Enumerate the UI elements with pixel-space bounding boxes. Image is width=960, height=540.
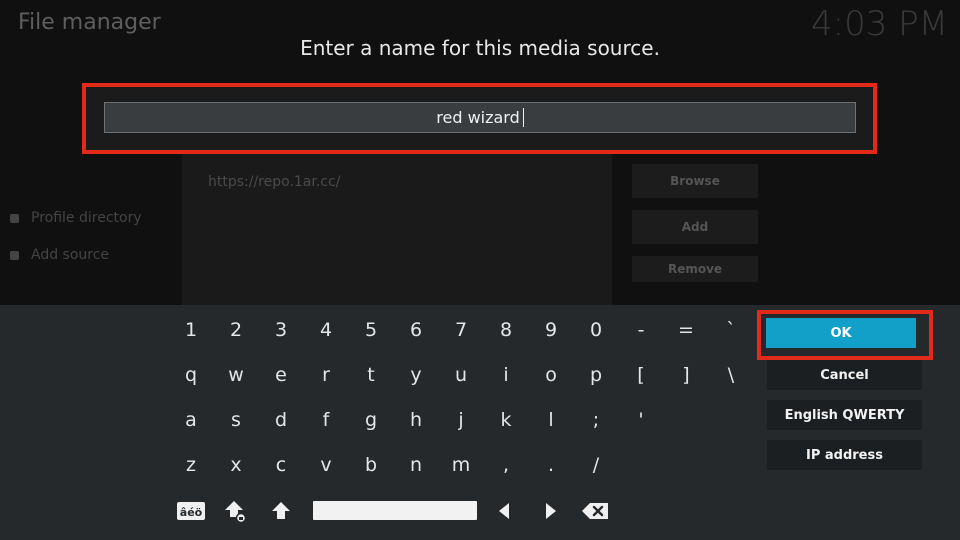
key-3-4[interactable]: b [349,445,393,485]
key-3-1[interactable]: x [214,445,258,485]
key-1-7[interactable]: i [484,355,528,395]
sidebar-item-label: Profile directory [31,210,142,226]
sidebar-item-label: Add source [31,247,110,263]
ok-highlight: OK [757,310,933,360]
ip-address-button[interactable]: IP address [767,440,922,470]
triangle-left-icon [499,503,509,519]
space-key[interactable] [313,501,477,520]
shift-arrow-icon [272,502,290,519]
on-screen-keyboard: 1 2 3 4 5 6 7 8 9 0- = ` q w e r t y u i o p[] \ a s d f g h j k l; ' z x c… [0,305,960,540]
key-3-3[interactable]: v [304,445,348,485]
key-1-3[interactable]: r [304,355,348,395]
key-3-7[interactable]: , [484,445,528,485]
key-2-4[interactable]: g [349,400,393,440]
accented-chars-icon: âéö [177,502,205,520]
input-value: red wizard [436,108,520,127]
cursor-right-key[interactable] [529,491,573,531]
key-0-11[interactable]: = [664,310,708,350]
caps-lock-icon [225,501,247,523]
symbols-key[interactable]: âéö [169,491,213,531]
key-1-8[interactable]: o [529,355,573,395]
key-3-2[interactable]: c [259,445,303,485]
bullet-icon [10,250,19,260]
screen: File manager 4:03 PM Profile directory A… [0,0,960,540]
key-3-8[interactable]: . [529,445,573,485]
key-3-5[interactable]: n [394,445,438,485]
sidebar-item-add-source: Add source [10,247,109,263]
key-1-11[interactable]: ] [664,355,708,395]
key-2-7[interactable]: k [484,400,528,440]
add-button: Add [632,210,758,244]
svg-text:âéö: âéö [180,506,203,519]
key-0-12[interactable]: ` [709,310,753,350]
key-1-4[interactable]: t [349,355,393,395]
cursor-left-key[interactable] [482,491,526,531]
key-0-2[interactable]: 3 [259,310,303,350]
key-2-2[interactable]: d [259,400,303,440]
key-2-6[interactable]: j [439,400,483,440]
key-1-12[interactable]: \ [709,355,753,395]
key-0-7[interactable]: 8 [484,310,528,350]
key-1-1[interactable]: w [214,355,258,395]
key-1-10[interactable]: [ [619,355,663,395]
key-0-0[interactable]: 1 [169,310,213,350]
key-0-10[interactable]: - [619,310,663,350]
key-3-0[interactable]: z [169,445,213,485]
key-0-1[interactable]: 2 [214,310,258,350]
sidebar-item-profile-directory: Profile directory [10,210,142,226]
cancel-button[interactable]: Cancel [767,360,922,390]
source-url: https://repo.1ar.cc/ [208,174,341,190]
source-name-input[interactable]: red wizard [104,102,856,133]
key-1-9[interactable]: p [574,355,618,395]
key-2-8[interactable]: l [529,400,573,440]
key-2-3[interactable]: f [304,400,348,440]
browse-button: Browse [632,164,758,198]
backspace-key[interactable] [573,491,617,531]
bullet-icon [10,213,19,223]
key-1-0[interactable]: q [169,355,213,395]
ok-button[interactable]: OK [766,318,916,348]
key-2-9[interactable]: ; [574,400,618,440]
key-1-6[interactable]: u [439,355,483,395]
window-title: File manager [18,10,161,35]
key-2-0[interactable]: a [169,400,213,440]
backspace-icon [582,503,608,519]
key-0-5[interactable]: 6 [394,310,438,350]
key-2-10[interactable]: ' [619,400,663,440]
key-1-2[interactable]: e [259,355,303,395]
key-0-3[interactable]: 4 [304,310,348,350]
keyboard-layout-button[interactable]: English QWERTY [767,400,922,430]
key-0-4[interactable]: 5 [349,310,393,350]
dialog-heading: Enter a name for this media source. [300,36,660,60]
key-2-1[interactable]: s [214,400,258,440]
triangle-right-icon [546,503,556,519]
key-0-9[interactable]: 0 [574,310,618,350]
key-0-8[interactable]: 9 [529,310,573,350]
shift-key[interactable] [259,491,303,531]
remove-button: Remove [632,256,758,282]
key-1-5[interactable]: y [394,355,438,395]
key-0-6[interactable]: 7 [439,310,483,350]
key-3-9[interactable]: / [574,445,618,485]
key-2-5[interactable]: h [394,400,438,440]
input-highlight: red wizard [82,83,877,154]
caps-lock-key[interactable] [214,491,258,531]
key-3-6[interactable]: m [439,445,483,485]
text-caret [522,108,524,127]
